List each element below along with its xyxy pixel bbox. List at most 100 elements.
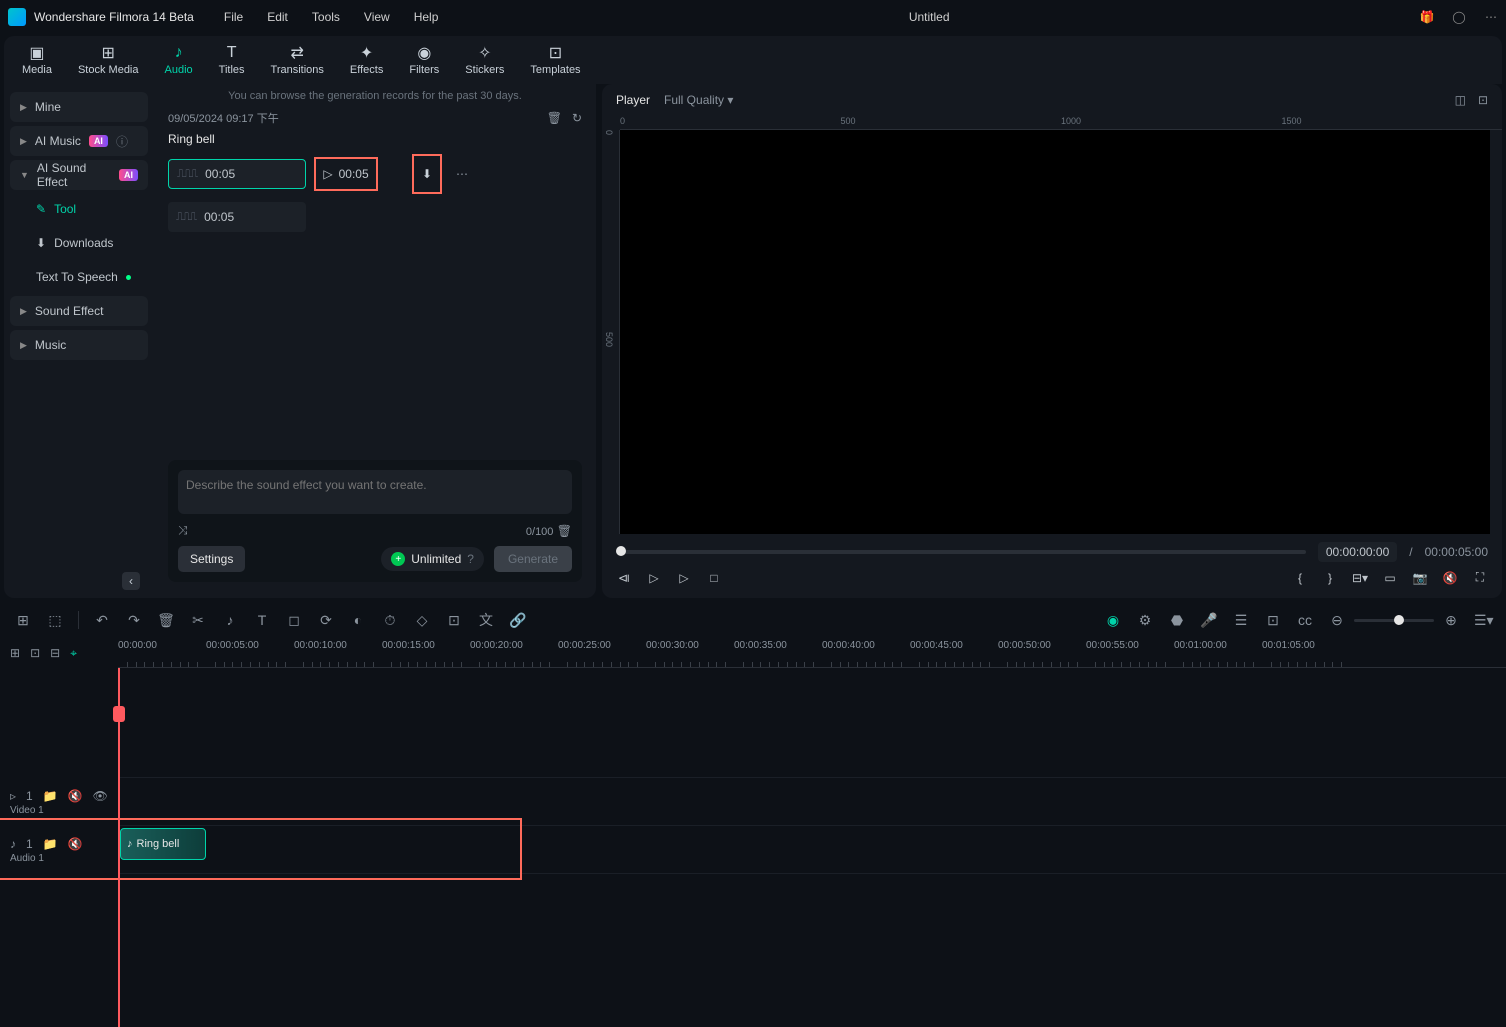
timeline-tracks[interactable]: ♪Ring bell xyxy=(118,668,1506,1027)
tab-audio[interactable]: ♪Audio xyxy=(165,44,193,76)
timer-icon[interactable]: ⏱ xyxy=(381,612,399,629)
track-options-icon[interactable]: ☰▾ xyxy=(1474,612,1492,629)
zoom-thumb[interactable] xyxy=(1394,615,1404,625)
translate-icon[interactable]: 文 xyxy=(477,610,495,630)
menu-help[interactable]: Help xyxy=(414,10,439,24)
menu-edit[interactable]: Edit xyxy=(267,10,288,24)
tab-effects[interactable]: ✦Effects xyxy=(350,44,383,76)
more-icon[interactable]: ⋯ xyxy=(1484,10,1498,24)
mute-icon[interactable]: 🔇 xyxy=(1442,571,1458,585)
unlimited-badge[interactable]: +Unlimited? xyxy=(381,547,484,571)
delete-icon[interactable]: 🗑 xyxy=(547,111,562,125)
next-frame-button[interactable]: ▷ xyxy=(676,571,692,585)
mark-in-button[interactable]: { xyxy=(1292,571,1308,585)
clip-more-icon[interactable]: ⋯ xyxy=(456,167,468,181)
cut-button[interactable]: ✂ xyxy=(189,612,207,629)
audio-clip-2[interactable]: ⎍⎍⎍00:05 xyxy=(168,202,306,232)
sidebar-item-downloads[interactable]: ⬇Downloads xyxy=(10,228,148,258)
prompt-input[interactable] xyxy=(178,470,572,514)
collapse-sidebar-button[interactable]: ‹ xyxy=(122,572,140,590)
play-button[interactable]: ▷ xyxy=(646,571,662,585)
compare-icon[interactable]: ◫ xyxy=(1455,93,1466,107)
mute-track-icon[interactable]: 🔇 xyxy=(68,789,83,803)
select-icon[interactable]: ⬚ xyxy=(46,612,64,629)
sidebar-item-ai-sound-effect[interactable]: ▼AI Sound EffectAI xyxy=(10,160,148,190)
video-track[interactable] xyxy=(118,778,1506,826)
visibility-icon[interactable]: 👁 xyxy=(93,789,108,803)
play-clip-button[interactable]: ▷00:05 xyxy=(316,159,376,189)
undo-button[interactable]: ↶ xyxy=(93,612,111,629)
progress-icon[interactable]: ◯ xyxy=(1452,10,1466,24)
settings-button[interactable]: Settings xyxy=(178,546,245,572)
clear-prompt-icon[interactable]: 🗑 xyxy=(557,524,572,538)
snapshot-icon[interactable]: ⊡ xyxy=(1478,93,1488,107)
zoom-slider[interactable] xyxy=(1354,619,1434,622)
sidebar-item-ai-music[interactable]: ▶AI MusicAIⓘ xyxy=(10,126,148,156)
render-icon[interactable]: ◉ xyxy=(1104,612,1122,629)
text-icon[interactable]: T xyxy=(253,612,271,628)
caption-icon[interactable]: cc xyxy=(1296,612,1314,628)
gift-icon[interactable]: 🎁 xyxy=(1420,10,1434,24)
timeline-ruler[interactable]: 00:00:0000:00:05:0000:00:10:0000:00:15:0… xyxy=(118,638,1506,668)
audio-edit-icon[interactable]: ♪ xyxy=(221,612,239,628)
mute-track-icon[interactable]: 🔇 xyxy=(68,837,83,851)
mic-icon[interactable]: 🎤 xyxy=(1200,612,1218,629)
menu-file[interactable]: File xyxy=(224,10,243,24)
playhead-handle[interactable] xyxy=(113,706,125,722)
stop-button[interactable]: □ xyxy=(706,571,722,585)
tab-titles[interactable]: TTitles xyxy=(219,44,245,76)
zoom-out-button[interactable]: ⊖ xyxy=(1328,612,1346,629)
tab-stickers[interactable]: ✧Stickers xyxy=(465,44,504,76)
menu-view[interactable]: View xyxy=(364,10,390,24)
playhead[interactable] xyxy=(118,668,120,1027)
scrub-thumb[interactable] xyxy=(616,546,626,556)
speed-icon[interactable]: ⟳ xyxy=(317,612,335,629)
tl-tool-magnet[interactable]: ⌖ xyxy=(70,646,77,661)
record-icon[interactable]: ⊡ xyxy=(1264,612,1282,629)
tl-tool-2[interactable]: ⊡ xyxy=(30,646,40,660)
timeline-clip-ring-bell[interactable]: ♪Ring bell xyxy=(120,828,206,860)
layout-icon[interactable]: ⊞ xyxy=(14,612,32,629)
sidebar-item-sound-effect[interactable]: ▶Sound Effect xyxy=(10,296,148,326)
crop-icon[interactable]: ◻ xyxy=(285,612,303,629)
download-clip-button[interactable]: ⬇ xyxy=(414,156,440,192)
quality-select[interactable]: Full Quality ▾ xyxy=(664,93,733,107)
sidebar-item-text-to-speech[interactable]: Text To Speech xyxy=(10,262,148,292)
redo-button[interactable]: ↷ xyxy=(125,612,143,629)
tab-media[interactable]: ▣Media xyxy=(22,44,52,76)
display-button[interactable]: ▭ xyxy=(1382,571,1398,585)
sidebar-item-music[interactable]: ▶Music xyxy=(10,330,148,360)
delete-button[interactable]: 🗑 xyxy=(157,612,175,629)
tab-transitions[interactable]: ⇄Transitions xyxy=(271,44,324,76)
tl-tool-3[interactable]: ⊟ xyxy=(50,646,60,660)
keyframe-icon[interactable]: ◇ xyxy=(413,612,431,629)
info-icon[interactable]: ⓘ xyxy=(116,133,128,150)
sidebar-item-mine[interactable]: ▶Mine xyxy=(10,92,148,122)
mixer-icon[interactable]: ☰ xyxy=(1232,612,1250,629)
preview-canvas[interactable] xyxy=(620,130,1490,534)
gear-icon[interactable]: ⚙ xyxy=(1136,612,1154,629)
ratio-button[interactable]: ⊟▾ xyxy=(1352,571,1368,585)
audio-clip-1[interactable]: ⎍⎍⎍00:05 xyxy=(168,159,306,189)
tab-templates[interactable]: ⊡Templates xyxy=(530,44,580,76)
tl-tool-1[interactable]: ⊞ xyxy=(10,646,20,660)
empty-track[interactable] xyxy=(118,668,1506,778)
player-tab[interactable]: Player xyxy=(616,93,650,107)
sidebar-item-tool[interactable]: ✎Tool xyxy=(10,194,148,224)
shuffle-icon[interactable]: ⤨ xyxy=(178,523,188,538)
menu-tools[interactable]: Tools xyxy=(312,10,340,24)
color-icon[interactable]: ◐ xyxy=(349,612,367,628)
mark-out-button[interactable]: } xyxy=(1322,571,1338,585)
camera-icon[interactable]: 📷 xyxy=(1412,571,1428,585)
marker-icon[interactable]: ⬣ xyxy=(1168,612,1186,629)
folder-icon[interactable]: 📁 xyxy=(43,789,58,803)
prev-frame-button[interactable]: ⧏ xyxy=(616,571,632,585)
zoom-in-button[interactable]: ⊕ xyxy=(1442,612,1460,629)
regenerate-icon[interactable]: ↻ xyxy=(572,111,582,125)
tab-filters[interactable]: ◉Filters xyxy=(409,44,439,76)
group-icon[interactable]: ⊡ xyxy=(445,612,463,629)
generate-button[interactable]: Generate xyxy=(494,546,572,572)
scrub-track[interactable] xyxy=(616,550,1306,554)
folder-icon[interactable]: 📁 xyxy=(43,837,58,851)
fullscreen-icon[interactable]: ⛶ xyxy=(1472,570,1488,585)
